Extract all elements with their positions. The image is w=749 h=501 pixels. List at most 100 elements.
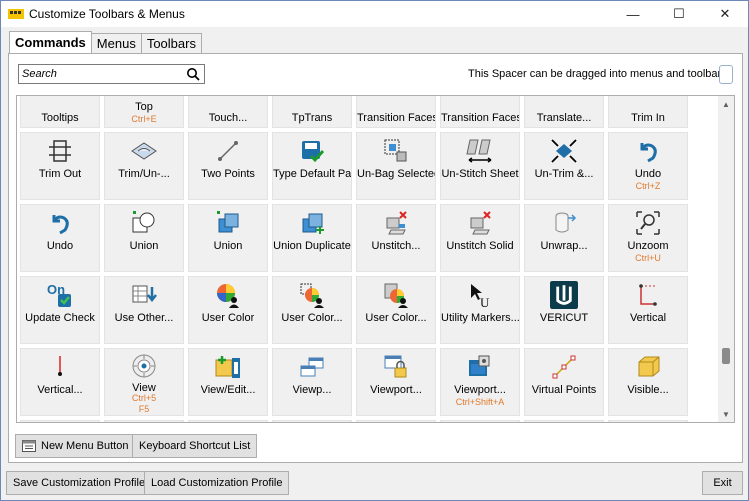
command-tile[interactable]: Trim Out [20,132,100,200]
command-label: Viewp... [292,384,332,396]
command-label: Virtual Points [531,384,597,396]
command-tile[interactable] [188,420,268,422]
command-label: Visible... [627,384,669,396]
union-outline-icon [130,209,158,237]
command-tile[interactable]: View/Edit... [188,348,268,416]
keyboard-shortcut-list-button[interactable]: Keyboard Shortcut List [132,434,258,458]
command-tile[interactable]: Translate... [524,96,604,128]
command-tile[interactable]: Viewp... [272,348,352,416]
union-solid-icon [214,209,242,237]
menu-icon [22,440,36,452]
command-tile[interactable] [356,420,436,422]
command-tile[interactable] [524,420,604,422]
command-label: User Color... [281,312,343,324]
command-tile[interactable]: Vertical... [20,348,100,416]
scroll-up-arrow-icon[interactable]: ▲ [718,96,734,112]
command-tile[interactable]: Union [188,204,268,272]
command-label: Translate... [536,112,592,124]
command-tile[interactable]: User Color [188,276,268,344]
command-tile[interactable]: Transition Faces [356,96,436,128]
command-tile[interactable]: Union Duplicate [272,204,352,272]
unzoom-icon [634,209,662,237]
scroll-thumb[interactable] [722,348,730,364]
undo-icon [46,209,74,237]
view-icon [130,353,158,379]
command-tile[interactable]: Viewport... [356,348,436,416]
command-tile[interactable]: Trim In [608,96,688,128]
command-tile[interactable] [608,420,688,422]
command-tile[interactable]: U Utility Markers... [440,276,520,344]
tab-commands[interactable]: Commands [9,31,92,53]
command-tile[interactable]: Un-Stitch Sheet [440,132,520,200]
command-label: User Color... [365,312,427,324]
command-tile[interactable]: Top Ctrl+E [104,96,184,128]
tab-menus[interactable]: Menus [90,33,142,53]
command-tile[interactable]: Unwrap... [524,204,604,272]
command-tile[interactable]: Vertical [608,276,688,344]
viewport-icon [298,353,326,381]
search-icon[interactable] [186,67,200,81]
window-controls: — ☐ ✕ [610,1,748,27]
command-tile[interactable]: Unstitch... [356,204,436,272]
exit-label: Exit [713,477,732,489]
command-tile[interactable]: Transition Faces [440,96,520,128]
command-tile[interactable]: VERICUT [524,276,604,344]
virtual-points-icon [550,353,578,381]
command-tile[interactable]: Touch... [188,96,268,128]
command-tile[interactable]: Undo [20,204,100,272]
command-tile[interactable]: On Update Check [20,276,100,344]
command-tile[interactable]: Un-Bag Selected [356,132,436,200]
command-tile[interactable]: TpTrans [272,96,352,128]
search-input[interactable] [19,65,179,83]
command-tile[interactable] [20,420,100,422]
command-tile[interactable]: Type Default Part [272,132,352,200]
command-tile[interactable]: View Ctrl+5 F5 [104,348,184,416]
command-tile[interactable]: Use Other... [104,276,184,344]
command-tile[interactable]: User Color... [356,276,436,344]
new-menu-button[interactable]: New Menu Button [15,434,136,458]
load-profile-button[interactable]: Load Customization Profile [144,471,290,495]
command-tile[interactable]: Un-Trim &... [524,132,604,200]
command-tile[interactable]: Undo Ctrl+Z [608,132,688,200]
command-label: Un-Trim &... [534,168,594,180]
command-tile[interactable]: Trim/Un-... [104,132,184,200]
vertical-scrollbar[interactable]: ▲ ▼ [718,96,734,422]
view-edit-icon [214,353,242,381]
command-label: Union Duplicate [273,240,351,252]
exit-button[interactable]: Exit [702,471,743,495]
command-label: Two Points [201,168,255,180]
command-label: User Color [201,312,255,324]
close-button[interactable]: ✕ [702,1,748,27]
window-title: Customize Toolbars & Menus [29,7,185,21]
command-tile[interactable]: User Color... [272,276,352,344]
scroll-down-arrow-icon[interactable]: ▼ [718,406,734,422]
save-profile-button[interactable]: Save Customization Profile [6,471,153,495]
unwrap-icon [550,209,578,237]
vertical-line-icon [46,353,74,381]
command-label: Trim In [631,112,665,124]
command-tile[interactable]: Viewport... Ctrl+Shift+A [440,348,520,416]
command-label: Union [129,240,159,252]
spacer-drag-handle[interactable] [719,65,733,84]
command-tile[interactable] [104,420,184,422]
tab-toolbars[interactable]: Toolbars [140,33,202,53]
command-label: Trim Out [38,168,82,180]
command-tile[interactable] [272,420,352,422]
command-label: Type Default Part [273,168,351,180]
command-tile[interactable]: Unzoom Ctrl+U [608,204,688,272]
unstitch-solid-icon [466,209,494,237]
command-tile[interactable]: Two Points [188,132,268,200]
command-shortcut: Ctrl+Shift+A [455,397,505,407]
command-label: Transition Faces [357,112,435,124]
new-menu-button-label: New Menu Button [41,440,129,452]
minimize-button[interactable]: — [610,1,656,27]
command-tile[interactable]: Visible... [608,348,688,416]
command-label: Transition Faces [441,112,519,124]
command-tile[interactable] [440,420,520,422]
command-tile[interactable]: Union [104,204,184,272]
command-tile[interactable]: Virtual Points [524,348,604,416]
command-tile[interactable]: Unstitch Solid [440,204,520,272]
command-tile[interactable]: Tooltips [20,96,100,128]
maximize-button[interactable]: ☐ [656,1,702,27]
untrim-icon [550,137,578,165]
